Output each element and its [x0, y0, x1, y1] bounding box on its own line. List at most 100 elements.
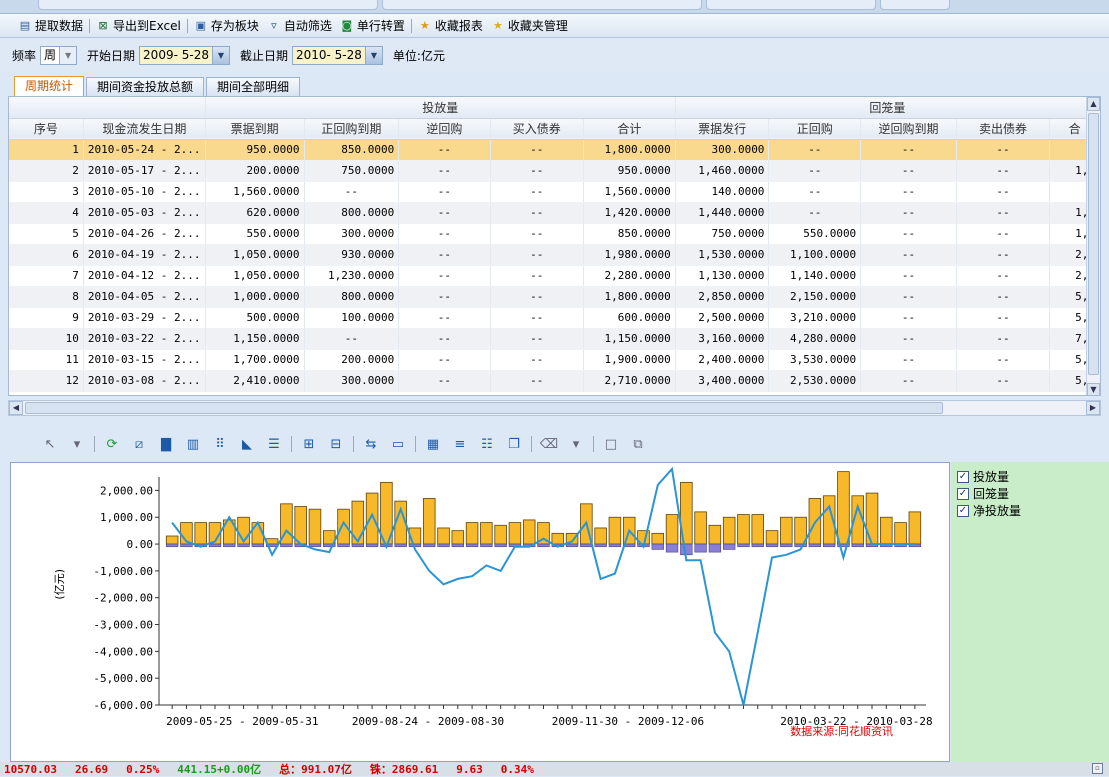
scroll-down-icon[interactable]: ▼: [1087, 383, 1100, 395]
table-row[interactable]: 9 2010-03-29 - 2... 500.0000 100.0000 -- -- 60…: [9, 307, 1100, 329]
column-header[interactable]: 票据到期: [205, 118, 305, 140]
bar-withdraw: [465, 543, 479, 548]
legend-item-invest[interactable]: ✓ 投放量: [957, 468, 1021, 485]
calendar-dropdown-icon[interactable]: ▼: [364, 46, 382, 64]
legend-item-withdraw[interactable]: ✓ 回笼量: [957, 485, 1021, 502]
refresh-icon[interactable]: ⟳: [102, 434, 122, 454]
table-row[interactable]: 4 2010-05-03 - 2... 620.0000 800.0000 -- -- 1,…: [9, 202, 1100, 224]
table-cell: --: [490, 307, 584, 329]
toolbar-separator: [94, 436, 95, 452]
tab-period-stats[interactable]: 周期统计: [14, 76, 85, 96]
top-tab[interactable]: [706, 0, 876, 10]
hbar-chart-icon[interactable]: ☰: [264, 434, 284, 454]
scroll-right-icon[interactable]: ▶: [1086, 401, 1100, 415]
top-tab[interactable]: [382, 0, 702, 10]
add-icon[interactable]: ⊞: [299, 434, 319, 454]
extract-data-button[interactable]: ▤ 提取数据: [14, 16, 87, 36]
filter-bar: 频率 周 ▼ 开始日期 2009- 5-28 ▼ 截止日期 2010- 5-28 ▼ …: [0, 38, 1109, 72]
top-tab[interactable]: [880, 0, 950, 10]
table-cell: 500.0000: [205, 307, 305, 329]
table-row[interactable]: 6 2010-04-19 - 2... 1,050.0000 930.0000 -- --…: [9, 244, 1100, 266]
table-cell: 3,400.0000: [675, 370, 770, 392]
scroll-thumb[interactable]: [25, 402, 943, 414]
tab-period-total[interactable]: 期间资金投放总额: [86, 77, 205, 96]
column-header[interactable]: 逆回购: [398, 118, 491, 140]
window-icon[interactable]: □: [601, 434, 621, 454]
subtract-icon[interactable]: ⊟: [326, 434, 346, 454]
save-block-button[interactable]: ▣ 存为板块: [190, 16, 263, 36]
extract-data-icon: ▤: [19, 18, 31, 32]
copy-icon[interactable]: ❐: [504, 434, 524, 454]
bar-invest: [308, 508, 322, 545]
checkbox-checked-icon[interactable]: ✓: [957, 504, 969, 517]
export-excel-button[interactable]: ⊠ 导出到Excel: [92, 16, 185, 36]
scroll-left-icon[interactable]: ◀: [9, 401, 23, 415]
table-cell: --: [860, 349, 957, 371]
table-row[interactable]: 12 2010-03-08 - 2... 2,410.0000 300.0000 -- -…: [9, 370, 1100, 392]
restore-icon[interactable]: ⧉: [628, 434, 648, 454]
restore-icon[interactable]: ▫: [1092, 763, 1103, 774]
table-cell: 550.0000: [768, 223, 862, 245]
bar-chart-icon[interactable]: ▇: [156, 434, 176, 454]
legend-item-net[interactable]: ✓ 净投放量: [957, 502, 1021, 519]
top-tab[interactable]: [38, 0, 378, 10]
checkbox-checked-icon[interactable]: ✓: [957, 470, 969, 483]
list-detail-icon[interactable]: ☷: [477, 434, 497, 454]
table-cell: --: [398, 307, 491, 329]
table-row[interactable]: 8 2010-04-05 - 2... 1,000.0000 800.0000 -- --…: [9, 286, 1100, 308]
column-header[interactable]: 正回购: [768, 118, 862, 140]
column-header[interactable]: 卖出债券: [956, 118, 1051, 140]
frequency-select[interactable]: 周 ▼: [40, 45, 78, 65]
horizontal-scrollbar[interactable]: ◀ ▶: [8, 400, 1101, 416]
column-header[interactable]: 正回购到期: [304, 118, 400, 140]
table-cell: --: [956, 307, 1051, 329]
table-cell: 300.0000: [304, 370, 400, 392]
grid-icon[interactable]: ▦: [423, 434, 443, 454]
table-cell: 2010-05-03 - 2...: [83, 202, 206, 224]
table-row[interactable]: 10 2010-03-22 - 2... 1,150.0000 -- -- -- 1,150…: [9, 328, 1100, 350]
area-chart-icon[interactable]: ◣: [237, 434, 257, 454]
column-header[interactable]: 合计: [583, 118, 676, 140]
table-row[interactable]: 11 2010-03-15 - 2... 1,700.0000 200.0000 -- -…: [9, 349, 1100, 371]
label-icon[interactable]: ▭: [388, 434, 408, 454]
transpose-button[interactable]: ◙ 单行转置: [336, 16, 409, 36]
column-header[interactable]: 逆回购到期: [860, 118, 957, 140]
calendar-dropdown-icon[interactable]: ▼: [211, 46, 229, 64]
column-header[interactable]: 现金流发生日期: [83, 118, 206, 140]
favorite-report-button[interactable]: ★ 收藏报表: [414, 16, 487, 36]
status-bar: 10570.03 26.69 0.25% 441.15+0.00亿 总：991.07亿 铢…: [0, 762, 1109, 776]
line-chart-icon[interactable]: ⧄: [129, 434, 149, 454]
favorites-manage-button[interactable]: ★ 收藏夹管理: [487, 16, 572, 36]
end-date-picker[interactable]: 2010- 5-28 ▼: [291, 45, 383, 65]
table-cell: --: [956, 370, 1051, 392]
scroll-up-icon[interactable]: ▲: [1087, 97, 1100, 111]
start-date-picker[interactable]: 2009- 5-28 ▼: [139, 45, 230, 65]
table-row[interactable]: 3 2010-05-10 - 2... 1,560.0000 -- -- -- 1,560.…: [9, 181, 1100, 203]
table-row[interactable]: 5 2010-04-26 - 2... 550.0000 300.0000 -- -- 85…: [9, 223, 1100, 245]
scroll-thumb[interactable]: [1088, 113, 1099, 375]
eraser-icon[interactable]: ⌫: [539, 434, 559, 454]
cursor-icon[interactable]: ↖: [40, 434, 60, 454]
table-row[interactable]: 7 2010-04-12 - 2... 1,050.0000 1,230.0000 --…: [9, 265, 1100, 287]
table-cell: 1,800.0000: [583, 139, 676, 161]
table-cell: 1,140.0000: [768, 265, 862, 287]
table-cell: 750.0000: [304, 160, 400, 182]
chevron-down-icon[interactable]: ▼: [59, 46, 77, 64]
vertical-scrollbar[interactable]: ▲ ▼: [1086, 97, 1100, 395]
dropdown-icon[interactable]: ▾: [67, 434, 87, 454]
dropdown-icon[interactable]: ▾: [566, 434, 586, 454]
table-cell: 750.0000: [675, 223, 770, 245]
auto-filter-button[interactable]: ▿ 自动筛选: [263, 16, 336, 36]
column-header[interactable]: 票据发行: [675, 118, 770, 140]
scatter-icon[interactable]: ⠿: [210, 434, 230, 454]
column-header[interactable]: 序号: [9, 118, 84, 140]
table-row[interactable]: 1 2010-05-24 - 2... 950.0000 850.0000 -- -- 1,…: [9, 139, 1100, 161]
list-icon[interactable]: ≡: [450, 434, 470, 454]
column-header[interactable]: 买入债券: [490, 118, 584, 140]
tab-period-detail[interactable]: 期间全部明细: [206, 77, 301, 96]
table-cell: 1: [9, 139, 84, 161]
swap-icon[interactable]: ⇆: [361, 434, 381, 454]
table-row[interactable]: 2 2010-05-17 - 2... 200.0000 750.0000 -- -- 95…: [9, 160, 1100, 182]
checkbox-checked-icon[interactable]: ✓: [957, 487, 969, 500]
column-chart-icon[interactable]: ▥: [183, 434, 203, 454]
